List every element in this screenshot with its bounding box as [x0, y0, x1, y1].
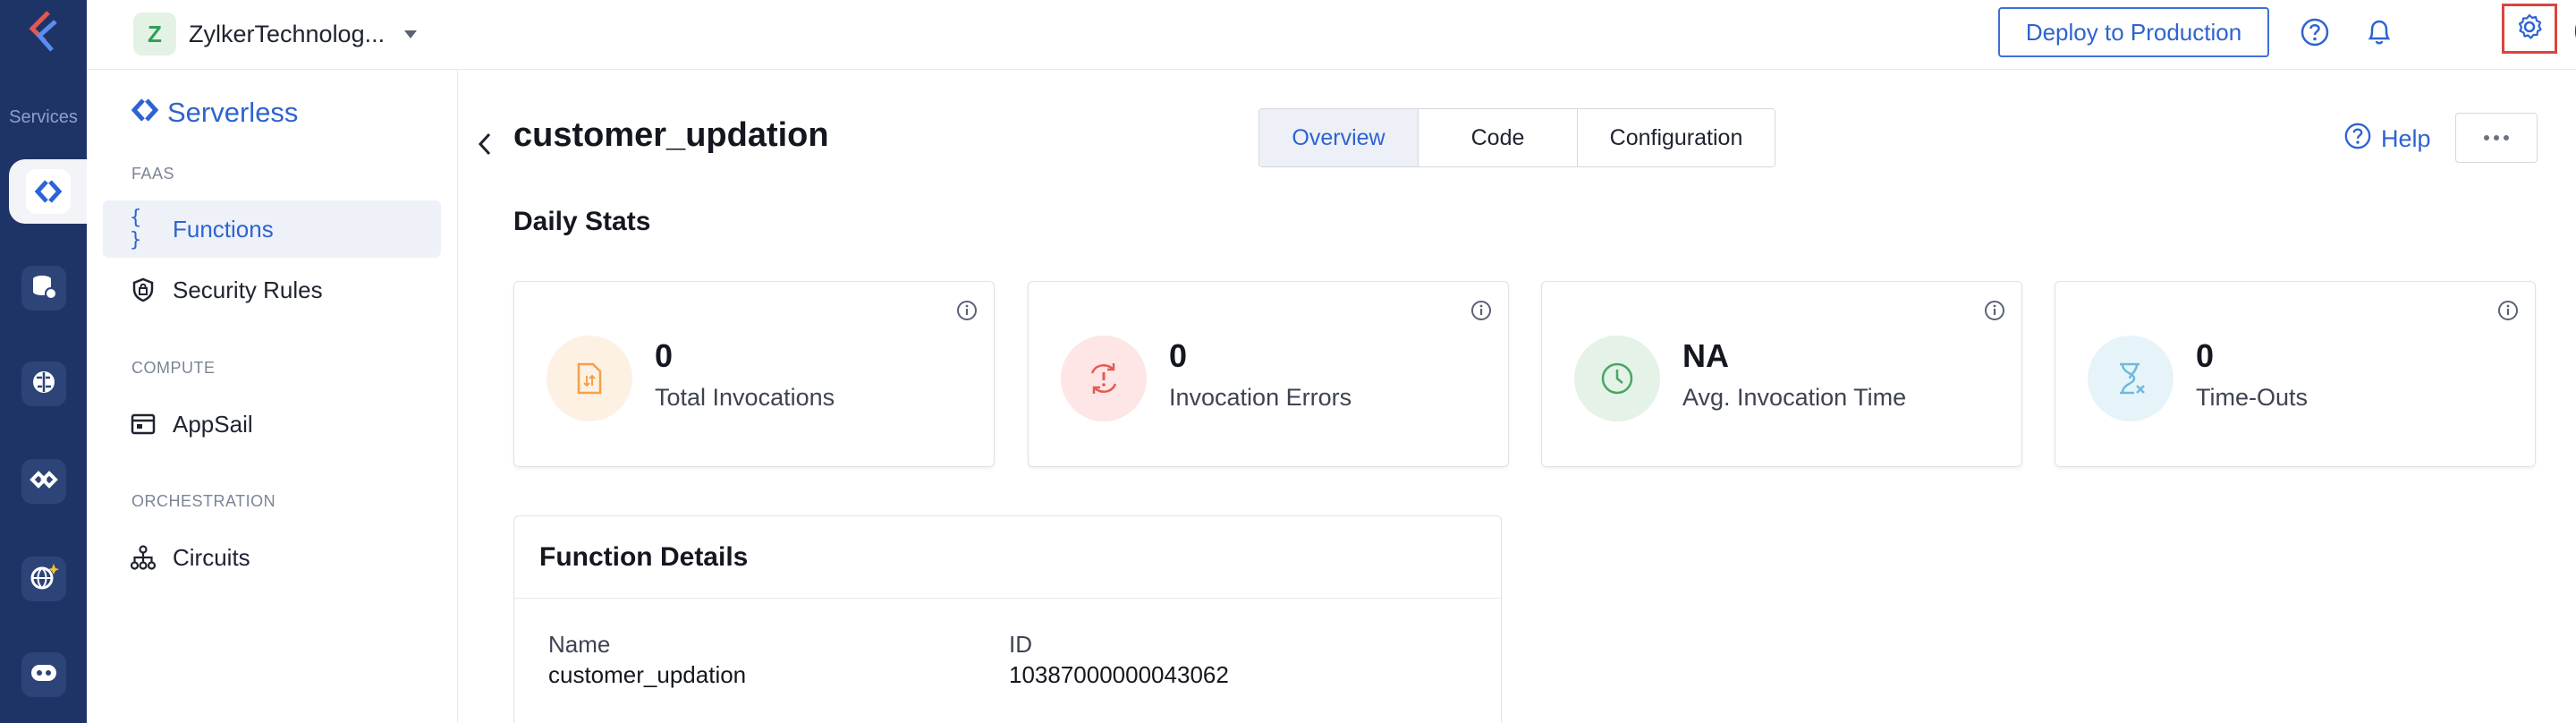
help-link[interactable]: Help — [2343, 122, 2431, 157]
catalyst-logo-icon[interactable] — [25, 9, 63, 54]
daily-stats-heading: Daily Stats — [513, 207, 651, 236]
serverless-sidebar: Serverless FAAS { } Functions Security R… — [87, 70, 458, 723]
serverless-title: Serverless — [167, 97, 299, 128]
dot — [2484, 135, 2489, 140]
stat-value: 0 — [655, 337, 674, 374]
page-title: customer_updation — [513, 116, 829, 154]
chevron-down-icon — [404, 30, 418, 38]
rail-bot[interactable] — [21, 652, 66, 697]
rail-integrations[interactable] — [21, 459, 66, 504]
stat-label: Avg. Invocation Time — [1682, 384, 1907, 411]
deploy-to-production-button[interactable]: Deploy to Production — [1998, 7, 2269, 57]
services-label: Services — [9, 107, 78, 127]
dot — [2504, 135, 2509, 140]
rail-ai[interactable] — [21, 362, 66, 406]
stat-card-time-outs: 0 Time-Outs — [2055, 281, 2536, 467]
more-options-button[interactable] — [2455, 113, 2538, 163]
hourglass-icon — [2088, 336, 2174, 421]
services-rail: Services — [0, 0, 87, 723]
gear-icon — [2515, 13, 2544, 46]
app-window-icon — [130, 411, 157, 438]
stat-card-avg-invocation-time: NA Avg. Invocation Time — [1541, 281, 2022, 467]
info-icon[interactable] — [1984, 300, 2005, 326]
name-value: customer_updation — [548, 661, 747, 688]
section-compute: COMPUTE — [131, 359, 216, 377]
sidebar-item-appsail[interactable]: AppSail — [103, 396, 441, 453]
serverless-icon — [25, 169, 71, 214]
top-bar: Z ZylkerTechnolog... Deploy to Productio… — [87, 0, 2576, 70]
document-icon — [547, 336, 632, 421]
sidebar-item-functions[interactable]: { } Functions — [103, 200, 441, 258]
function-details-panel: Function Details Name customer_updation … — [513, 515, 1502, 723]
stat-card-invocation-errors: 0 Invocation Errors — [1028, 281, 1509, 467]
function-tabs: Overview Code Configuration — [1258, 108, 1775, 167]
sidebar-item-security-rules[interactable]: Security Rules — [103, 261, 441, 319]
shield-icon — [130, 276, 157, 303]
clock-icon — [1574, 336, 1660, 421]
org-name: ZylkerTechnolog... — [189, 20, 386, 47]
tab-configuration[interactable]: Configuration — [1578, 109, 1775, 166]
main-content: customer_updation Overview Code Configur… — [458, 70, 2576, 723]
sidebar-item-label: Functions — [173, 215, 274, 242]
link-icon — [30, 470, 58, 494]
sidebar-item-circuits[interactable]: Circuits — [103, 529, 441, 586]
org-switcher[interactable]: Z ZylkerTechnolog... — [133, 13, 418, 55]
tab-code[interactable]: Code — [1419, 109, 1578, 166]
sidebar-item-label: AppSail — [173, 410, 253, 438]
bell-icon[interactable] — [2361, 14, 2397, 50]
braces-icon: { } — [130, 207, 142, 251]
info-icon[interactable] — [2497, 300, 2519, 326]
serverless-logo-icon — [131, 97, 159, 129]
dot — [2494, 135, 2499, 140]
error-refresh-icon — [1061, 336, 1147, 421]
back-chevron-icon[interactable] — [476, 131, 494, 162]
id-label: ID — [1009, 631, 1032, 658]
stat-value: NA — [1682, 337, 1729, 374]
globe-sparkle-icon — [29, 562, 59, 597]
database-icon — [30, 273, 57, 304]
section-orchestration: ORCHESTRATION — [131, 492, 276, 510]
serverless-brand: Serverless — [131, 97, 298, 129]
rail-database[interactable] — [21, 266, 66, 310]
sidebar-item-label: Security Rules — [173, 276, 323, 303]
id-value: 10387000000043062 — [1009, 661, 1229, 688]
stat-label: Time-Outs — [2196, 384, 2309, 411]
help-icon[interactable] — [2297, 14, 2333, 50]
sidebar-item-label: Circuits — [173, 543, 250, 571]
stat-label: Total Invocations — [655, 384, 835, 411]
stat-label: Invocation Errors — [1169, 384, 1352, 411]
info-icon[interactable] — [956, 300, 978, 326]
bot-icon — [30, 661, 58, 689]
settings-button[interactable] — [2502, 4, 2557, 54]
stat-value: 0 — [2196, 337, 2215, 374]
org-avatar: Z — [133, 13, 176, 55]
help-label: Help — [2381, 125, 2431, 152]
tab-overview[interactable]: Overview — [1259, 109, 1419, 166]
brain-icon — [30, 369, 57, 400]
hierarchy-icon — [130, 544, 157, 571]
rail-global[interactable] — [21, 557, 66, 601]
section-faas: FAAS — [131, 165, 175, 183]
name-label: Name — [548, 631, 611, 658]
function-details-heading: Function Details — [514, 516, 1501, 599]
rail-serverless[interactable] — [9, 159, 87, 224]
info-icon[interactable] — [1470, 300, 1492, 326]
stat-card-total-invocations: 0 Total Invocations — [513, 281, 995, 467]
question-circle-icon — [2343, 122, 2372, 157]
stat-value: 0 — [1169, 337, 1188, 374]
